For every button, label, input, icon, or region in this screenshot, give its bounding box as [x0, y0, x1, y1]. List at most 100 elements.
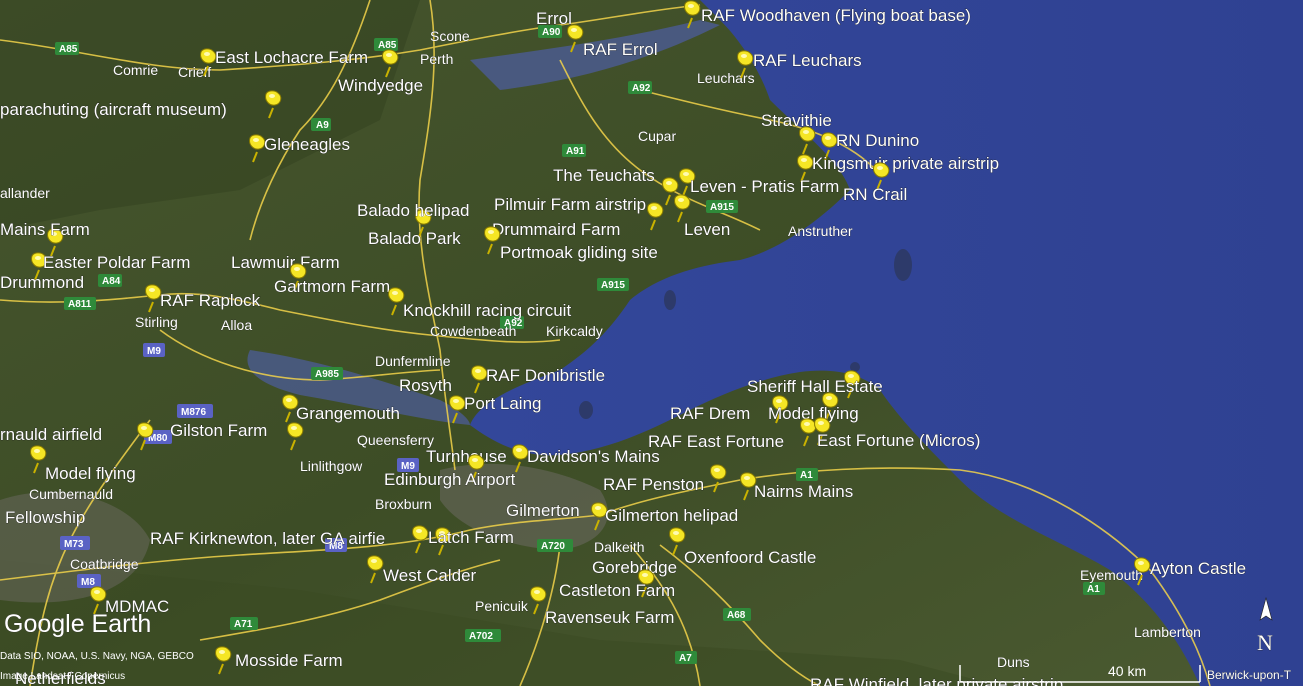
place-label: Drummond: [0, 273, 84, 292]
svg-text:Model flying: Model flying: [768, 404, 859, 423]
svg-text:A92: A92: [632, 83, 651, 94]
place-label: Turnhouse: [426, 447, 507, 466]
svg-text:RAF East Fortune: RAF East Fortune: [648, 432, 784, 451]
attribution-image: Image Landsat / Copernicus: [0, 671, 125, 682]
road-badge: A702: [465, 629, 501, 642]
svg-text:A1: A1: [1087, 584, 1100, 595]
road-badge: A91: [562, 144, 586, 157]
road-badge: M9: [143, 343, 165, 357]
svg-text:RAF Drem: RAF Drem: [670, 404, 750, 423]
scale-bar-label: 40 km: [1108, 663, 1146, 679]
town-label: Cumbernauld: [29, 486, 113, 502]
svg-text:RAF Woodhaven (Flying boat bas: RAF Woodhaven (Flying boat base): [701, 6, 971, 25]
road-badge: A1: [796, 468, 818, 481]
svg-text:Latch Farm: Latch Farm: [428, 528, 514, 547]
town-label: Comrie: [113, 62, 158, 78]
svg-text:M8: M8: [81, 577, 95, 588]
island: [894, 249, 912, 281]
town-label: Queensferry: [357, 432, 434, 448]
town-label: Broxburn: [375, 496, 432, 512]
svg-text:East Fortune (Micros): East Fortune (Micros): [817, 431, 980, 450]
svg-text:Sheriff Hall Estate: Sheriff Hall Estate: [747, 377, 883, 396]
svg-text:Oxenfoord Castle: Oxenfoord Castle: [684, 548, 816, 567]
svg-text:Gilston Farm: Gilston Farm: [170, 421, 267, 440]
svg-text:Kingsmuir private airstrip: Kingsmuir private airstrip: [812, 154, 999, 173]
town-label: Alloa: [221, 317, 252, 333]
road-badge: A915: [706, 200, 738, 213]
town-label: Berwick-upon-T: [1207, 668, 1292, 682]
svg-text:Pilmuir Farm airstrip: Pilmuir Farm airstrip: [494, 195, 646, 214]
svg-text:Stravithie: Stravithie: [761, 111, 832, 130]
road-badge: A985: [311, 367, 343, 380]
svg-text:Portmoak gliding site: Portmoak gliding site: [500, 243, 658, 262]
svg-text:Edinburgh Airport: Edinburgh Airport: [384, 470, 516, 489]
road-badge: A85: [374, 38, 398, 51]
town-label: Stirling: [135, 314, 178, 330]
place-label: Gilmerton: [506, 501, 580, 520]
place-label: Rosyth: [399, 376, 452, 395]
svg-text:Mains Farm: Mains Farm: [0, 220, 90, 239]
svg-text:RAF Leuchars: RAF Leuchars: [753, 51, 862, 70]
svg-text:A985: A985: [315, 369, 339, 380]
place-label: RAF Winfield, later private airstrip: [810, 675, 1063, 686]
svg-text:RAF Kirknewton, later GA airfi: RAF Kirknewton, later GA airfie: [150, 529, 385, 548]
placemark[interactable]: Mosside Farm: [214, 645, 343, 675]
svg-text:RAF Donibristle: RAF Donibristle: [486, 366, 605, 385]
svg-text:Leven: Leven: [684, 220, 730, 239]
svg-text:Model flying: Model flying: [45, 464, 136, 483]
road-badge: M8: [77, 574, 101, 588]
road-badge: A720: [537, 539, 573, 552]
town-label: Cowdenbeath: [430, 323, 516, 339]
svg-text:parachuting (aircraft museum): parachuting (aircraft museum): [0, 100, 227, 119]
svg-text:RN Dunino: RN Dunino: [836, 131, 919, 150]
road-badge: A811: [64, 297, 96, 310]
svg-text:Grangemouth: Grangemouth: [296, 404, 400, 423]
svg-text:Gilmerton helipad: Gilmerton helipad: [605, 506, 738, 525]
svg-text:A85: A85: [59, 44, 78, 55]
svg-text:A71: A71: [234, 619, 253, 630]
svg-text:Ravenseuk Farm: Ravenseuk Farm: [545, 608, 674, 627]
svg-text:RAF Errol: RAF Errol: [583, 40, 658, 59]
svg-text:RN Crail: RN Crail: [843, 185, 907, 204]
road-badge: A85: [55, 42, 79, 55]
svg-text:RAF Penston: RAF Penston: [603, 475, 704, 494]
road-badge: A915: [597, 278, 629, 291]
road-badge: A68: [723, 608, 751, 621]
town-label: Anstruther: [788, 223, 853, 239]
svg-text:Gartmorn Farm: Gartmorn Farm: [274, 277, 390, 296]
town-label: Coatbridge: [70, 556, 139, 572]
svg-text:N: N: [1257, 630, 1273, 655]
road-badge: M73: [60, 536, 90, 550]
place-label: The Teuchats: [553, 166, 655, 185]
island: [664, 290, 676, 310]
svg-text:Gleneagles: Gleneagles: [264, 135, 350, 154]
place-label: Gorebridge: [592, 558, 677, 577]
place-label: Fellowship: [5, 508, 85, 527]
svg-text:Davidson's Mains: Davidson's Mains: [527, 447, 660, 466]
town-label: Leuchars: [697, 70, 755, 86]
svg-text:Leven - Pratis Farm: Leven - Pratis Farm: [690, 177, 839, 196]
svg-text:A811: A811: [68, 299, 92, 310]
road-badge: A1: [1083, 582, 1105, 595]
road-badge: A71: [230, 617, 258, 630]
svg-text:A720: A720: [541, 541, 565, 552]
road-badge: A9: [311, 118, 331, 131]
road-badge: A7: [675, 651, 697, 664]
svg-text:A85: A85: [378, 40, 397, 51]
svg-text:Mosside Farm: Mosside Farm: [235, 651, 343, 670]
svg-text:Windyedge: Windyedge: [338, 76, 423, 95]
svg-text:A702: A702: [469, 631, 493, 642]
place-label: Errol: [536, 9, 572, 28]
svg-text:A915: A915: [710, 202, 734, 213]
attribution-data: Data SIO, NOAA, U.S. Navy, NGA, GEBCO: [0, 651, 194, 662]
svg-text:A90: A90: [542, 27, 561, 38]
map-view[interactable]: A85 A85 A90 A92 A9 A91 A915 A915 A811 A8…: [0, 0, 1303, 686]
town-label: Dunfermline: [375, 353, 451, 369]
svg-text:A1: A1: [800, 470, 813, 481]
svg-text:West Calder: West Calder: [383, 566, 477, 585]
town-label: Lamberton: [1134, 624, 1201, 640]
place-label: Balado Park: [368, 229, 461, 248]
town-label: Dalkeith: [594, 539, 645, 555]
svg-text:A84: A84: [102, 276, 121, 287]
town-label: Penicuik: [475, 598, 529, 614]
